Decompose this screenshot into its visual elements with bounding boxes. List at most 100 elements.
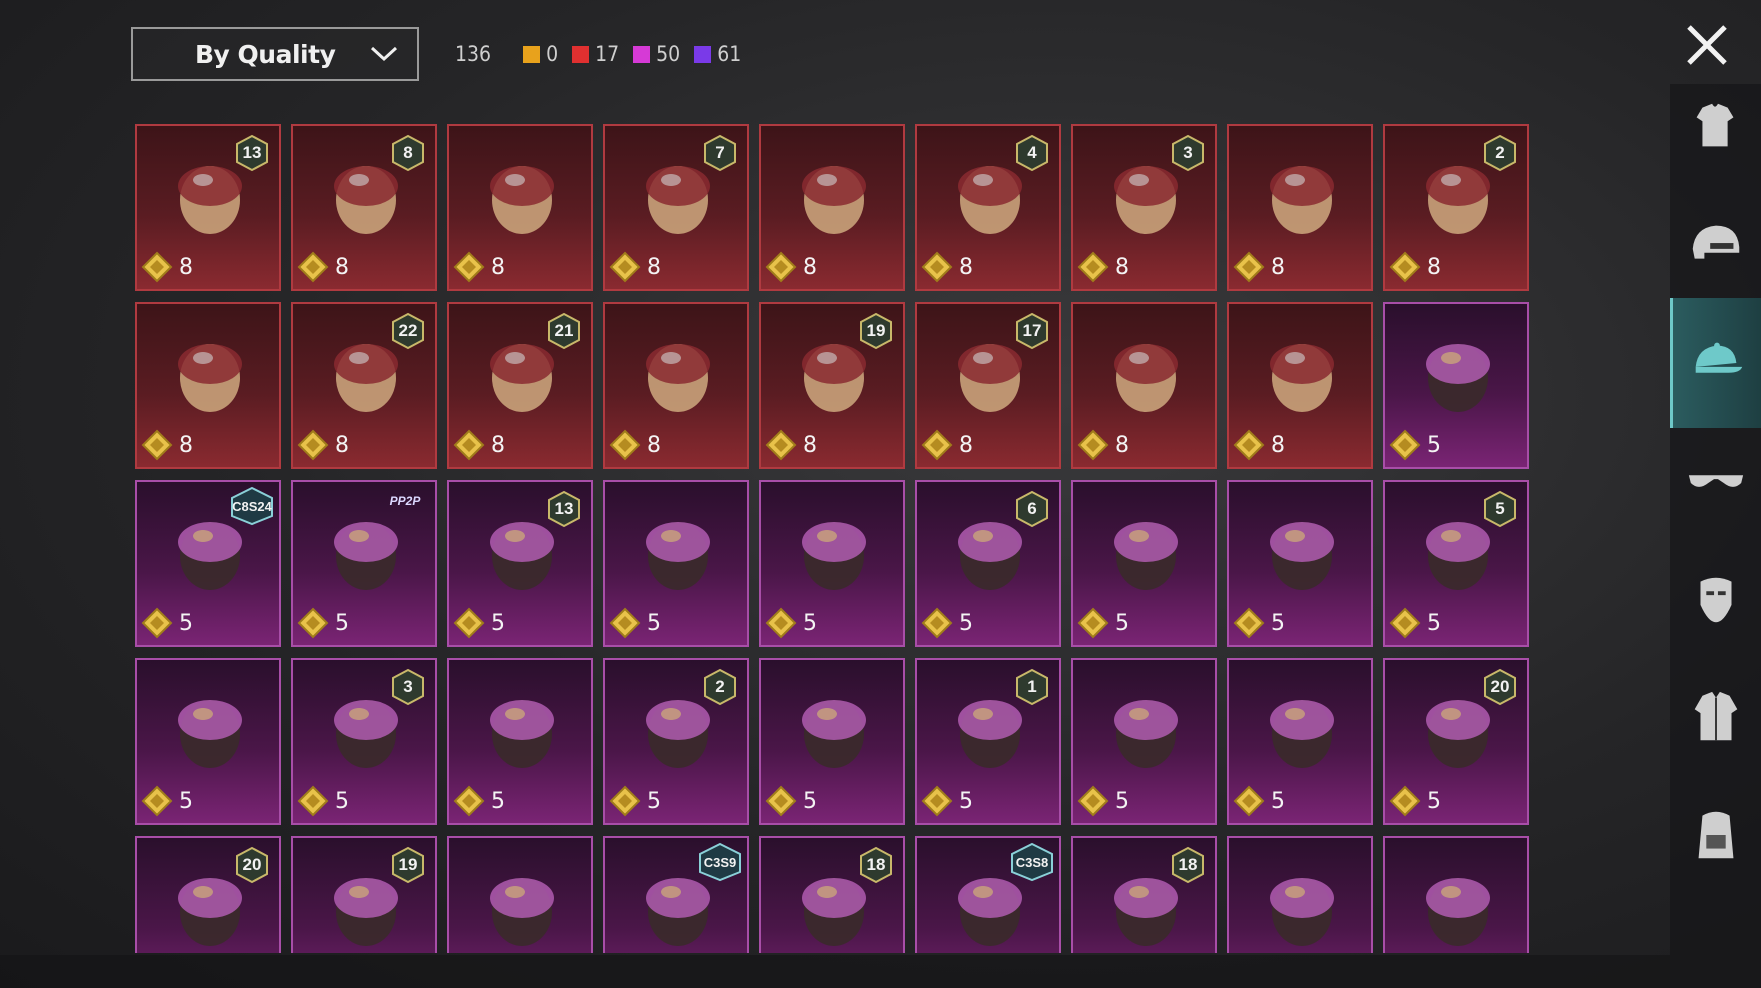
item-card-brown-hair-cat-ears[interactable]: 55 [1383,480,1529,647]
item-card-pink-twin-tails[interactable]: 5 [603,480,749,647]
cost-value: 5 [647,788,661,814]
item-card-green-joker-mask[interactable]: 38 [1071,124,1217,291]
badge-label: 6 [1027,499,1037,518]
outfit-tab[interactable] [1670,62,1761,192]
backpack-icon [1698,811,1733,859]
cap-icon [1695,342,1743,373]
coin-icon [921,251,953,283]
coin-icon [1077,607,1109,639]
item-card-red-bun-hair[interactable]: 5 [1071,480,1217,647]
mask-tab[interactable] [1670,534,1761,664]
item-card-lucky-cat-hat[interactable]: 5 [1227,480,1373,647]
item-card-orange-fish-head[interactable]: 8 [135,302,281,469]
item-cost: 5 [921,607,973,639]
item-card-red-black-helmet[interactable]: 8 [759,124,905,291]
orange-cat-helmet-icon [1257,860,1347,953]
item-card-white-eagle-head[interactable]: 5 [1383,836,1529,953]
item-card-black-hair-gold-clip[interactable]: 185 [1071,836,1217,953]
item-card-teal-spiked-helmet[interactable]: 8 [1227,124,1373,291]
category-sidebar [1670,84,1761,988]
item-card-red-dragon-mask[interactable]: 5 [135,658,281,825]
coin-icon [297,607,329,639]
item-cost: 5 [453,607,505,639]
item-card-aviator-goggles-hair[interactable]: 13 5 [447,480,593,647]
item-cost: 8 [921,251,973,283]
badge-label: 3 [1183,143,1193,162]
badge-label: 1 [1027,677,1037,696]
cost-value: 8 [803,432,817,458]
item-card-black-gold-mask-hair[interactable]: 65 [915,480,1061,647]
item-card-purple-cap-blonde-hair[interactable]: C3S95 [603,836,749,953]
item-cost: 5 [765,607,817,639]
item-card-black-bun-hair-ribbon[interactable]: 195 [291,836,437,953]
item-card-blue-bear-cap[interactable]: 5 [759,480,905,647]
quality-stats: 136 0 17 50 61 [455,38,741,70]
cost-value: 5 [335,610,349,636]
item-card-white-long-hair[interactable]: 78 [603,124,749,291]
coin-icon [141,607,173,639]
item-card-black-hair-teal-ribbons[interactable]: PP2P 5 [291,480,437,647]
jacket-tab[interactable] [1670,652,1761,782]
level-badge: 2 [702,668,738,706]
cost-value: 8 [1271,254,1285,280]
helmet-tab[interactable] [1670,180,1761,310]
coin-icon [1077,429,1109,461]
item-card-red-veil[interactable]: 5 [1227,658,1373,825]
item-card-black-gold-mask[interactable]: 205 [135,836,281,953]
cost-value: 5 [959,788,973,814]
item-card-dark-cat-ear-helmet[interactable]: 8 [1227,302,1373,469]
eyewear-tab[interactable] [1670,416,1761,546]
cost-value: 8 [335,254,349,280]
item-card-silver-hair-tiara[interactable]: 185 [759,836,905,953]
item-card-dark-beanie-hair[interactable]: C3S85 [915,836,1061,953]
helmet-icon [1692,225,1739,259]
item-card-black-short-hair[interactable]: C8S24 5 [135,480,281,647]
item-card-blonde-hair-headband[interactable]: 25 [603,658,749,825]
item-card-jester-hat[interactable]: 35 [291,658,437,825]
gold-horned-helmet-icon [1101,682,1191,782]
total-count: 136 [455,42,492,66]
item-card-snowman-top-hat[interactable]: 48 [915,124,1061,291]
item-grid-scroll[interactable]: 13 8 88 8 78 8 48 38 8 28 8 22 8 21 8 8 … [135,124,1530,953]
item-card-white-hair-demon-mask[interactable]: 21 8 [447,302,593,469]
backpack-tab[interactable] [1670,770,1761,900]
item-card-dark-armored-helmet[interactable]: 19 8 [759,302,905,469]
item-card-gold-pharaoh-headdress[interactable]: 22 8 [291,302,437,469]
item-card-brown-wavy-hair[interactable]: 5 [1383,302,1529,469]
shirt-icon [1696,103,1733,147]
red-twin-buns-icon [477,860,567,953]
item-card-red-twin-buns[interactable]: 5 [447,836,593,953]
lucky-cat-hat-icon [1257,504,1347,604]
item-card-red-visor-helmet[interactable]: 8 [1071,302,1217,469]
sort-dropdown[interactable]: By Quality [131,27,419,81]
level-badge: 19 [858,312,894,350]
quality-count-purple: 61 [694,42,741,66]
item-card-orange-potato-head[interactable]: 5 [759,658,905,825]
item-card-blue-white-pigtails[interactable]: 15 [915,658,1061,825]
item-card-white-ponytail-hair[interactable]: 17 8 [915,302,1061,469]
sort-label: By Quality [195,39,336,69]
item-card-brown-feathered-hat-with-hair[interactable]: 13 8 [135,124,281,291]
level-badge: 5 [1482,490,1518,528]
item-card-silver-braided-hair[interactable]: 88 [291,124,437,291]
item-cost: 5 [1233,607,1285,639]
item-card-teal-cap-hair[interactable]: 28 [1383,124,1529,291]
chevron-down-icon [370,46,398,62]
coin-icon [1077,785,1109,817]
level-badge: 21 [546,312,582,350]
item-cost: 8 [609,251,661,283]
item-card-gold-horned-helmet[interactable]: 5 [1071,658,1217,825]
headwear-tab[interactable] [1670,298,1761,428]
item-cost: 5 [1389,429,1441,461]
cost-value: 5 [179,788,193,814]
item-card-red-oni-mask-hair[interactable]: 8 [603,302,749,469]
item-card-wide-brim-gold-hat[interactable]: 5 [447,658,593,825]
item-card-purple-tentacle-hair[interactable]: 8 [447,124,593,291]
level-badge: 13 [234,134,270,172]
coin-icon [765,785,797,817]
item-cost: 5 [141,785,193,817]
item-card-blonde-hair-feather-hat[interactable]: 20 5 [1383,658,1529,825]
badge-label: PP2P [389,494,421,508]
cost-value: 5 [1427,788,1441,814]
item-card-orange-cat-helmet[interactable]: 5 [1227,836,1373,953]
